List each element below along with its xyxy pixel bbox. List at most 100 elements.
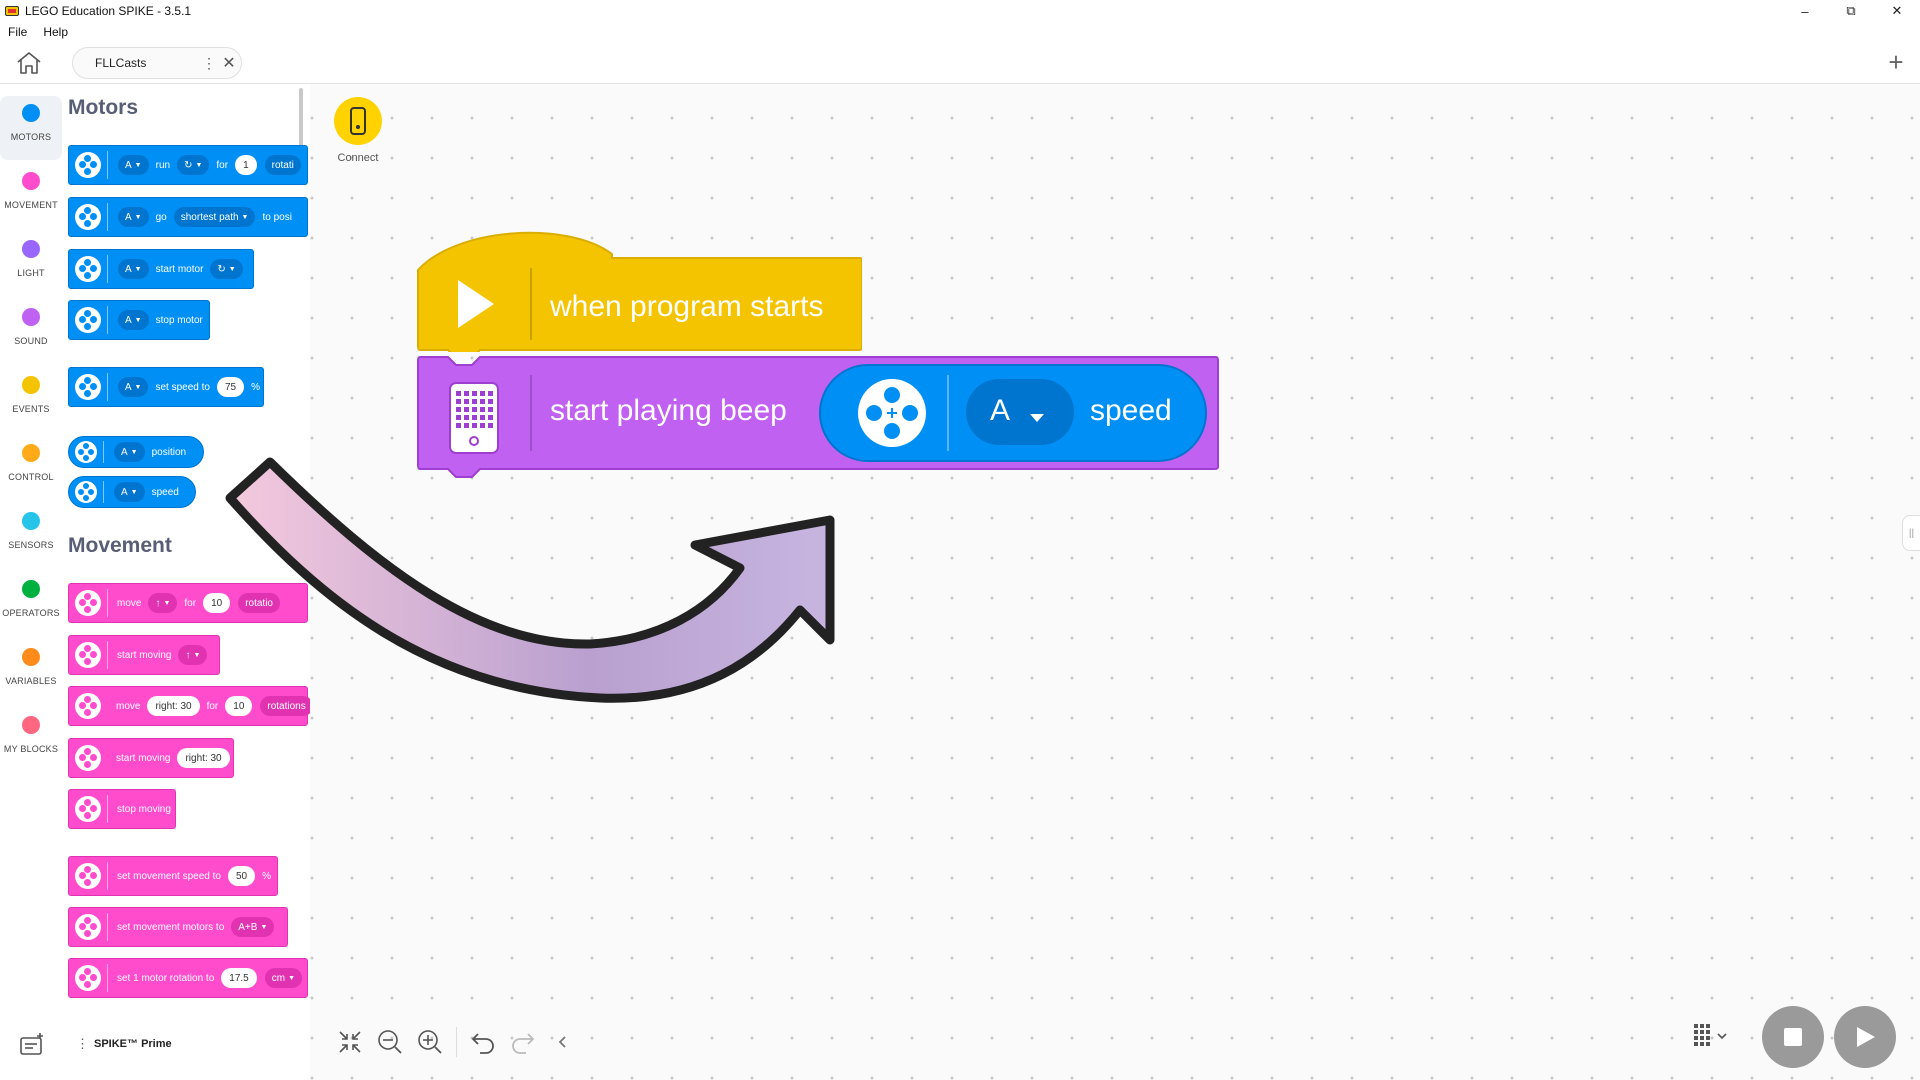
unit-dropdown[interactable]: cm ▼	[264, 968, 303, 988]
hub-settings-icon[interactable]	[18, 1030, 46, 1058]
block-set-speed[interactable]: A ▼ set speed to 75 %	[68, 367, 264, 407]
block-text: go	[155, 211, 167, 223]
collapse-toolbar-button[interactable]	[543, 1022, 583, 1062]
direction-dropdown[interactable]: ↻ ▼	[177, 155, 210, 175]
motor-icon	[75, 256, 101, 282]
port-dropdown[interactable]: A ▼	[117, 377, 149, 397]
block-start-moving-steer[interactable]: start moving right: 30	[68, 738, 234, 778]
stop-icon	[1784, 1028, 1802, 1046]
unit-dropdown[interactable]: rotati	[264, 155, 301, 175]
run-controls	[1690, 1006, 1896, 1068]
motor-icon	[75, 307, 101, 333]
home-icon	[17, 52, 41, 74]
block-text: set speed to	[155, 381, 210, 393]
category-sensors[interactable]: SENSORS	[0, 504, 62, 568]
mode-dropdown[interactable]: shortest path ▼	[173, 207, 256, 227]
movement-icon	[75, 590, 101, 616]
undo-button[interactable]	[463, 1022, 503, 1062]
redo-button[interactable]	[503, 1022, 543, 1062]
category-sound[interactable]: SOUND	[0, 300, 62, 364]
direction-dropdown[interactable]: ↑ ▼	[148, 593, 178, 613]
menu-file[interactable]: File	[0, 25, 35, 39]
motor-icon	[75, 204, 101, 230]
category-dot	[22, 376, 40, 394]
side-panel-handle[interactable]: ||	[1902, 515, 1920, 551]
motors-dropdown[interactable]: A+B ▼	[231, 917, 275, 937]
block-text: to posi	[262, 211, 292, 223]
motor-icon	[75, 441, 97, 463]
redo-icon	[512, 1033, 535, 1054]
block-text: start moving	[116, 752, 171, 764]
block-motor-speed-reporter[interactable]: A ▼ speed	[68, 476, 196, 508]
category-dot	[22, 512, 40, 530]
movement-icon	[75, 863, 101, 889]
undo-icon	[471, 1033, 494, 1054]
chevron-left-icon	[558, 1036, 566, 1048]
menu-help[interactable]: Help	[35, 25, 76, 39]
block-text: stop motor	[155, 314, 203, 326]
reporter-port-dropdown[interactable]: A	[990, 394, 1010, 428]
window-title: LEGO Education SPIKE - 3.5.1	[25, 4, 192, 18]
stop-button[interactable]	[1762, 1006, 1824, 1068]
port-dropdown[interactable]: A ▼	[114, 442, 145, 462]
block-start-motor[interactable]: A ▼ start motor ↻ ▼	[68, 249, 254, 289]
category-movement[interactable]: MOVEMENT	[0, 164, 62, 228]
connect-button[interactable]	[334, 97, 382, 145]
category-dot	[22, 580, 40, 598]
value-input[interactable]: 75	[216, 377, 245, 397]
category-operators[interactable]: OPERATORS	[0, 572, 62, 636]
category-label: MOTORS	[10, 132, 52, 142]
tab-close-icon[interactable]: ✕	[217, 53, 241, 73]
new-tab-button[interactable]: +	[1884, 49, 1908, 75]
port-dropdown[interactable]: A ▼	[114, 482, 145, 502]
block-text: set 1 motor rotation to	[117, 972, 215, 984]
block-motor-run-for[interactable]: A ▼ run ↻ ▼ for 1 rotati	[68, 145, 308, 185]
value-input[interactable]: 1	[235, 155, 257, 175]
block-motor-go-to-position[interactable]: A ▼ go shortest path ▼ to posi	[68, 197, 308, 237]
category-my-blocks[interactable]: MY BLOCKS	[0, 708, 62, 772]
annotation-arrow	[225, 457, 835, 703]
block-stop-motor[interactable]: A ▼ stop motor	[68, 300, 210, 340]
block-when-program-starts[interactable]	[416, 224, 862, 352]
category-events[interactable]: EVENTS	[0, 368, 62, 432]
value-input[interactable]: 17.5	[221, 968, 257, 988]
category-dot	[22, 308, 40, 326]
category-control[interactable]: CONTROL	[0, 436, 62, 500]
category-motors[interactable]: MOTORS	[0, 96, 62, 160]
home-button[interactable]	[12, 49, 46, 77]
port-dropdown[interactable]: A ▼	[118, 207, 149, 227]
port-dropdown[interactable]: A ▼	[118, 259, 149, 279]
tab-project[interactable]: FLLCasts ⋮ ✕	[72, 47, 242, 79]
block-text: move	[117, 597, 142, 609]
fit-to-screen-button[interactable]	[330, 1022, 370, 1062]
block-set-movement-speed[interactable]: set movement speed to 50 %	[68, 856, 278, 896]
run-button[interactable]	[1834, 1006, 1896, 1068]
direction-dropdown[interactable]: ↻ ▼	[210, 259, 243, 279]
block-set-movement-motors[interactable]: set movement motors to A+B ▼	[68, 907, 288, 947]
tab-menu-icon[interactable]: ⋮	[201, 55, 217, 72]
zoom-in-button[interactable]	[410, 1022, 450, 1062]
arrow-shape	[225, 457, 835, 703]
block-text: for	[216, 159, 229, 171]
value-input[interactable]: 50	[227, 866, 256, 886]
minimize-button[interactable]: –	[1782, 0, 1828, 22]
category-label: OPERATORS	[2, 608, 60, 618]
port-dropdown[interactable]: A ▼	[118, 155, 149, 175]
block-stop-moving[interactable]: stop moving	[68, 789, 176, 829]
steer-input[interactable]: right: 30	[147, 696, 200, 716]
category-dot	[22, 648, 40, 666]
block-motor-position-reporter[interactable]: A ▼ position	[68, 436, 204, 468]
device-menu-icon[interactable]: ⋮	[76, 1036, 89, 1052]
zoom-out-icon	[378, 1030, 402, 1054]
port-dropdown[interactable]: A ▼	[118, 310, 149, 330]
hub-view-button[interactable]	[1690, 1015, 1734, 1059]
block-start-moving[interactable]: start moving ↑ ▼	[68, 635, 220, 675]
category-variables[interactable]: VARIABLES	[0, 640, 62, 704]
category-light[interactable]: LIGHT	[0, 232, 62, 296]
block-set-motor-rotation[interactable]: set 1 motor rotation to 17.5 cm ▼	[68, 958, 308, 998]
zoom-out-button[interactable]	[370, 1022, 410, 1062]
block-text: position	[151, 446, 187, 458]
close-window-button[interactable]: ✕	[1874, 0, 1920, 22]
steer-input[interactable]: right: 30	[177, 748, 230, 768]
maximize-button[interactable]: ⧉	[1828, 0, 1874, 22]
